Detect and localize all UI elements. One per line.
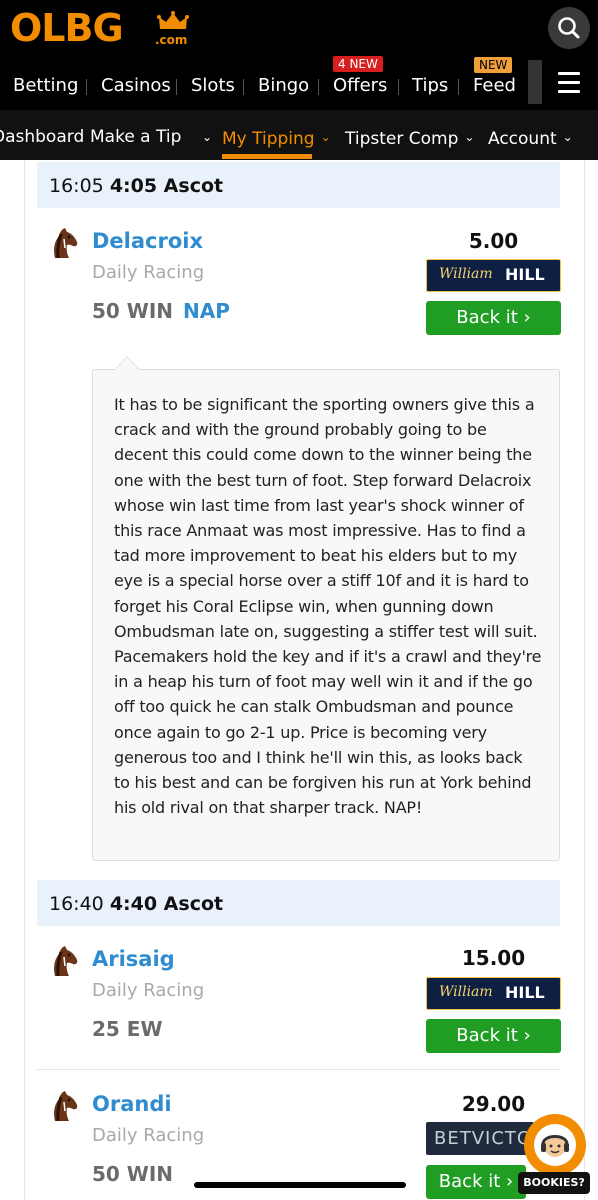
back-it-button[interactable]: Back it › [426, 1165, 526, 1199]
nav-casinos[interactable]: Casinos [101, 75, 171, 97]
home-indicator [194, 1182, 406, 1188]
horse-name[interactable]: Arisaig [92, 946, 175, 972]
content-border [584, 160, 585, 1200]
horse-name[interactable]: Delacroix [92, 228, 203, 254]
nav-separator [243, 79, 244, 95]
tip-type: Daily Racing [92, 980, 205, 1001]
tip-comment-text: It has to be significant the sporting ow… [114, 395, 542, 818]
logo-text: OLBG [10, 6, 124, 50]
subnav-account[interactable]: Account ⌄ [488, 126, 573, 150]
nav-slots[interactable]: Slots [191, 75, 235, 97]
main-nav: Betting Casinos Slots Bingo 4 NEW Offers… [0, 55, 598, 110]
subnav-my-tipping[interactable]: My Tipping ⌄ [222, 126, 331, 150]
race-header: 16:05 4:05 Ascot [37, 162, 560, 208]
nav-separator [398, 79, 399, 95]
horse-name[interactable]: Orandi [92, 1091, 172, 1117]
tip-comment-box: It has to be significant the sporting ow… [92, 369, 560, 861]
tip-type: Daily Racing [92, 1125, 205, 1146]
search-icon [558, 17, 580, 39]
odds-value: 15.00 [461, 946, 526, 970]
crown-icon [157, 11, 189, 29]
stake-label: 50 WIN NAP [92, 299, 230, 323]
nav-separator [86, 79, 87, 95]
nav-feed[interactable]: Feed [473, 75, 516, 97]
nap-label: NAP [183, 299, 230, 323]
bookies-help-widget[interactable] [524, 1114, 586, 1176]
offers-new-badge: 4 NEW [333, 56, 383, 72]
william-hill-logo[interactable]: William HILL [426, 977, 561, 1010]
hamburger-menu-icon[interactable] [558, 72, 580, 93]
support-agent-icon [534, 1124, 576, 1166]
betvictor-logo[interactable]: BETVICTO [426, 1122, 534, 1155]
logo-suffix: .com [155, 33, 188, 47]
feed-new-badge: NEW [474, 57, 513, 73]
stake-label: 25 EW [92, 1017, 163, 1041]
subnav-tipster-comp[interactable]: Tipster Comp ⌄ [345, 126, 474, 150]
tip-type: Daily Racing [92, 262, 205, 283]
nav-betting[interactable]: Betting [13, 75, 78, 97]
nav-separator [458, 79, 459, 95]
back-it-button[interactable]: Back it › [426, 301, 561, 335]
chevron-down-icon: ⌄ [464, 130, 475, 144]
nav-tips[interactable]: Tips [412, 75, 448, 97]
chevron-down-icon[interactable]: ⌄ [196, 126, 212, 150]
content-border [24, 160, 25, 1200]
subnav-make-a-tip[interactable]: Make a Tip [90, 126, 181, 148]
bookies-widget-label[interactable]: BOOKIES? [518, 1172, 590, 1194]
william-hill-logo[interactable]: William HILL [426, 259, 561, 292]
stake-label: 50 WIN [92, 1162, 174, 1186]
chevron-down-icon: ⌄ [320, 130, 331, 144]
subnav-dashboard[interactable]: Dashboard [0, 126, 84, 148]
nav-divider [528, 60, 542, 104]
search-button[interactable] [548, 7, 590, 49]
horse-head-icon [54, 228, 78, 259]
back-it-button[interactable]: Back it › [426, 1019, 561, 1053]
active-tab-underline [222, 154, 312, 159]
race-header: 16:40 4:40 Ascot [37, 880, 560, 926]
race-time-label: 16:05 4:05 Ascot [49, 175, 224, 197]
horse-head-icon [54, 946, 78, 977]
nav-offers[interactable]: Offers [333, 75, 387, 97]
race-time-label: 16:40 4:40 Ascot [49, 893, 224, 915]
odds-value: 5.00 [468, 229, 519, 253]
odds-value: 29.00 [461, 1092, 526, 1116]
nav-separator [176, 79, 177, 95]
row-divider [37, 1069, 560, 1070]
horse-head-icon [54, 1091, 78, 1122]
nav-bingo[interactable]: Bingo [258, 75, 309, 97]
comment-pointer-inner [115, 357, 139, 370]
chevron-down-icon: ⌄ [562, 130, 573, 144]
top-bar: OLBG .com [0, 0, 598, 55]
nav-separator [318, 79, 319, 95]
sub-nav: Dashboard Make a Tip ⌄ My Tipping ⌄ Tipst… [0, 110, 598, 160]
